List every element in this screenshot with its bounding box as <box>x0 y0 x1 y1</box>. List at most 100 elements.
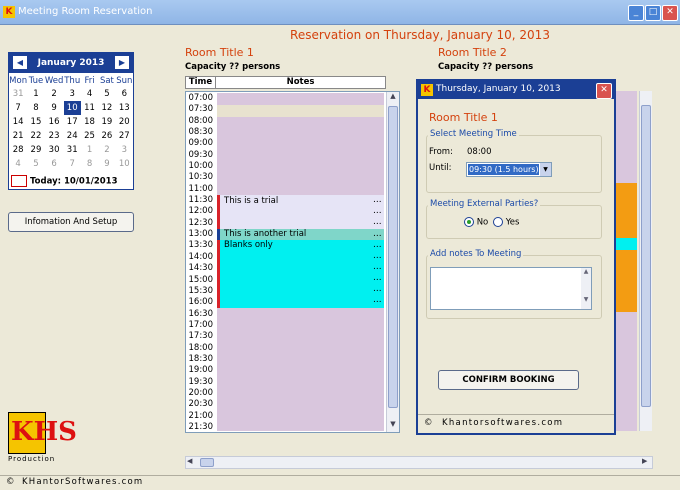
calendar-day[interactable]: 6 <box>45 157 64 171</box>
more-icon[interactable]: ... <box>373 240 382 250</box>
calendar-day[interactable]: 16 <box>45 115 64 129</box>
month-calendar[interactable]: ◀ January 2013 ▶ Mon Tue Wed Thu Fri Sat… <box>8 52 134 190</box>
calendar-day[interactable]: 29 <box>27 143 44 157</box>
calendar-day[interactable]: 8 <box>27 101 44 115</box>
horizontal-scrollbar[interactable]: ◀ ▶ <box>185 456 653 469</box>
calendar-day[interactable]: 1 <box>27 87 44 101</box>
scroll-thumb[interactable] <box>200 458 214 467</box>
calendar-day[interactable]: 4 <box>9 157 27 171</box>
calendar-day[interactable]: 19 <box>98 115 115 129</box>
close-icon[interactable]: ✕ <box>662 5 678 21</box>
dialog-footer-text: Khantorsoftwares.com <box>442 418 564 428</box>
more-icon[interactable]: ... <box>373 217 382 227</box>
calendar-day[interactable]: 5 <box>27 157 44 171</box>
more-icon[interactable]: ... <box>373 295 382 305</box>
calendar-day[interactable]: 20 <box>116 115 133 129</box>
time-slot-label: 12:00 <box>188 206 214 217</box>
more-icon[interactable]: ... <box>373 206 382 216</box>
booking-slot[interactable]: This is a trial ... ... ... <box>217 195 384 229</box>
notes-scrollbar[interactable]: ▲ ▼ <box>581 268 591 309</box>
radio-no-icon[interactable] <box>464 217 474 227</box>
external-parties-label: Meeting External Parties? <box>428 199 541 209</box>
radio-yes[interactable]: Yes <box>493 217 519 228</box>
next-month-icon[interactable]: ▶ <box>115 56 129 69</box>
booking-note: This is another trial <box>224 229 307 239</box>
notes-column[interactable]: This is a trial ... ... ... This is anot… <box>217 93 384 431</box>
calendar-day[interactable]: 13 <box>116 101 133 115</box>
more-icon[interactable]: ... <box>373 251 382 261</box>
calendar-day[interactable]: 4 <box>81 87 98 101</box>
scroll-thumb[interactable] <box>388 106 398 408</box>
room1-schedule[interactable]: 07:00 07:30 08:00 08:30 09:00 09:30 10:0… <box>185 91 400 433</box>
scroll-down-icon[interactable]: ▼ <box>581 296 591 303</box>
meeting-notes-input[interactable]: ▲ ▼ <box>430 267 592 310</box>
calendar-day[interactable]: 11 <box>81 101 98 115</box>
dialog-footer: © Khantorsoftwares.com <box>418 414 614 432</box>
scroll-down-icon[interactable]: ▼ <box>388 420 398 430</box>
from-value: 08:00 <box>467 147 492 157</box>
calendar-day[interactable]: 30 <box>45 143 64 157</box>
calendar-day[interactable]: 9 <box>98 157 115 171</box>
calendar-day[interactable]: 5 <box>98 87 115 101</box>
calendar-day[interactable]: 23 <box>45 129 64 143</box>
calendar-day[interactable]: 7 <box>64 157 81 171</box>
more-icon[interactable]: ... <box>373 284 382 294</box>
room2-scrollbar[interactable] <box>639 91 652 431</box>
booking-bar <box>217 240 220 308</box>
scroll-up-icon[interactable]: ▲ <box>388 92 398 102</box>
calendar-day[interactable]: 26 <box>98 129 115 143</box>
calendar-day[interactable]: 24 <box>64 129 81 143</box>
calendar-day[interactable]: 31 <box>64 143 81 157</box>
scroll-left-icon[interactable]: ◀ <box>187 457 192 465</box>
calendar-day[interactable]: 2 <box>98 143 115 157</box>
booking-slot[interactable]: Blanks only ... ... ... ... ... ... <box>217 240 384 308</box>
calendar-day[interactable]: 3 <box>116 143 133 157</box>
booking-dialog[interactable]: K Thursday, January 10, 2013 ✕ Room Titl… <box>416 79 616 435</box>
confirm-booking-button[interactable]: CONFIRM BOOKING <box>438 370 579 390</box>
calendar-day[interactable]: 27 <box>116 129 133 143</box>
calendar-day[interactable]: 25 <box>81 129 98 143</box>
maximize-icon[interactable]: □ <box>645 5 661 21</box>
room1-scrollbar[interactable]: ▲ ▼ <box>386 92 399 432</box>
calendar-day[interactable]: 21 <box>9 129 27 143</box>
calendar-day[interactable]: 10 <box>116 157 133 171</box>
minimize-icon[interactable]: _ <box>628 5 644 21</box>
until-selected-value: 09:30 (1.5 hours) <box>468 164 539 175</box>
radio-no-label: No <box>476 217 489 228</box>
radio-yes-label: Yes <box>505 217 520 228</box>
chevron-down-icon[interactable]: ▼ <box>540 163 551 176</box>
calendar-day[interactable]: 14 <box>9 115 27 129</box>
until-select[interactable]: 09:30 (1.5 hours) ▼ <box>466 162 552 177</box>
calendar-day[interactable]: 28 <box>9 143 27 157</box>
calendar-day[interactable]: 22 <box>27 129 44 143</box>
more-icon[interactable]: ... <box>373 195 382 205</box>
scroll-thumb[interactable] <box>641 105 651 407</box>
radio-no[interactable]: No <box>464 217 488 228</box>
calendar-day[interactable]: 8 <box>81 157 98 171</box>
scroll-right-icon[interactable]: ▶ <box>642 457 647 465</box>
more-icon[interactable]: ... <box>373 273 382 283</box>
calendar-day[interactable]: 31 <box>9 87 27 101</box>
slot-row[interactable] <box>217 105 384 117</box>
calendar-day[interactable]: 12 <box>98 101 115 115</box>
calendar-day[interactable]: 1 <box>81 143 98 157</box>
from-label: From: <box>429 147 453 157</box>
today-link[interactable]: Today: 10/01/2013 <box>11 175 118 187</box>
calendar-day[interactable]: 7 <box>9 101 27 115</box>
calendar-day[interactable]: 18 <box>81 115 98 129</box>
calendar-day[interactable]: 2 <box>45 87 64 101</box>
more-icon[interactable]: ... <box>373 229 382 239</box>
information-setup-button[interactable]: Infomation And Setup <box>8 212 134 232</box>
calendar-day-selected[interactable]: 10 <box>63 101 81 115</box>
calendar-day[interactable]: 3 <box>64 87 81 101</box>
scroll-up-icon[interactable]: ▲ <box>581 268 591 275</box>
booking-slot[interactable]: This is another trial ... <box>217 229 384 240</box>
calendar-day[interactable]: 9 <box>45 101 64 115</box>
copyright-icon: © <box>424 418 433 428</box>
dialog-close-icon[interactable]: ✕ <box>596 83 612 99</box>
radio-yes-icon[interactable] <box>493 217 503 227</box>
calendar-day[interactable]: 17 <box>64 115 81 129</box>
calendar-day[interactable]: 15 <box>27 115 44 129</box>
calendar-day[interactable]: 6 <box>116 87 133 101</box>
more-icon[interactable]: ... <box>373 262 382 272</box>
